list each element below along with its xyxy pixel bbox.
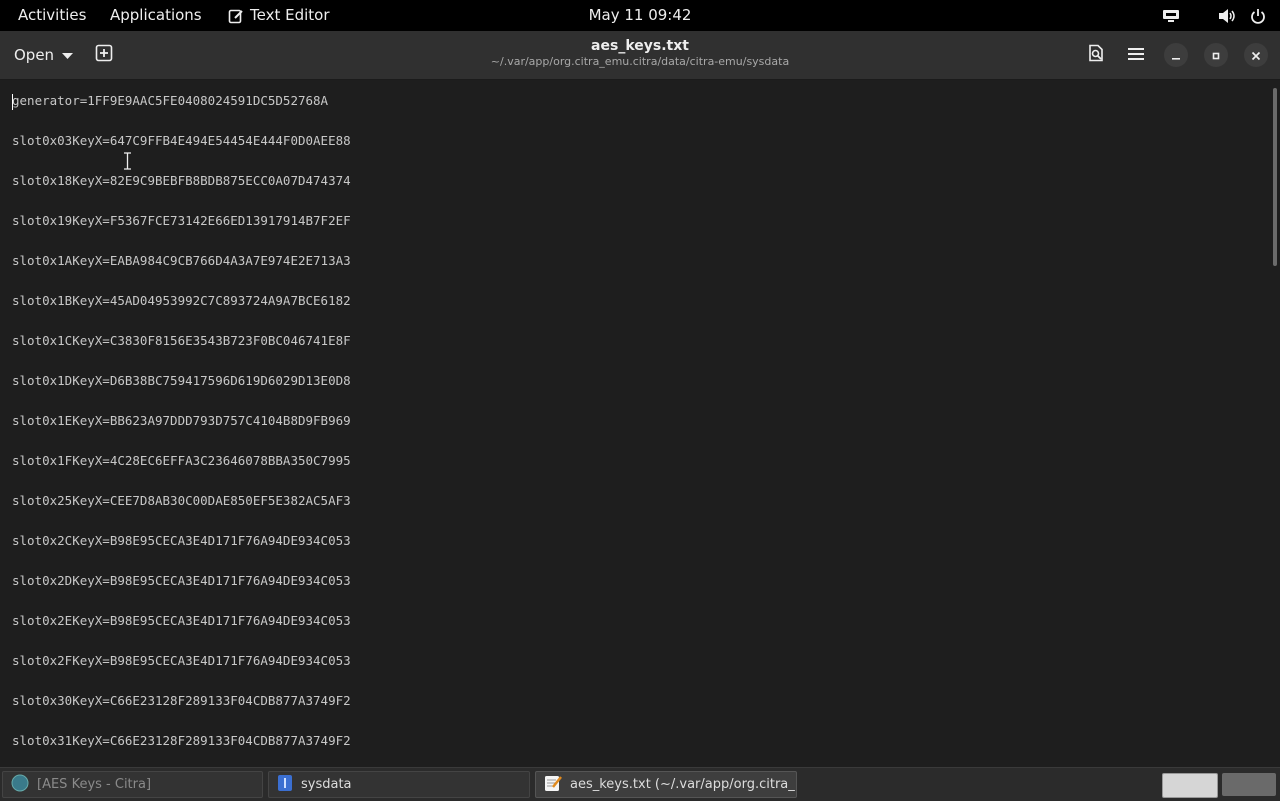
text-line[interactable]: slot0x2EKeyX=B98E95CECA3E4D171F76A94DE93…	[12, 613, 351, 653]
maximize-icon	[1211, 46, 1221, 65]
text-line[interactable]: slot0x1BKeyX=45AD04953992C7C893724A9A7BC…	[12, 293, 351, 333]
text-view[interactable]: generator=1FF9E9AAC5FE0408024591DC5D5276…	[0, 80, 1280, 767]
text-line[interactable]: slot0x1CKeyX=C3830F8156E3543B723F0BC0467…	[12, 333, 351, 373]
minimize-icon	[1171, 46, 1181, 65]
app-menu-label: Text Editor	[250, 6, 330, 24]
text-line[interactable]: slot0x1EKeyX=BB623A97DDD793D757C4104B8D9…	[12, 413, 351, 453]
workspace-1[interactable]	[1162, 773, 1218, 798]
text-editor-icon	[228, 8, 244, 24]
file-manager-icon	[277, 774, 293, 796]
citra-icon	[11, 774, 29, 796]
text-line[interactable]: slot0x25KeyX=CEE7D8AB30C00DAE850EF5E382A…	[12, 493, 351, 533]
text-line[interactable]: slot0x30KeyX=C66E23128F289133F04CDB877A3…	[12, 693, 351, 733]
text-line[interactable]: slot0x03KeyX=647C9FFB4E494E54454E444F0D0…	[12, 133, 351, 173]
text-line[interactable]: slot0x19KeyX=F5367FCE73142E66ED13917914B…	[12, 213, 351, 253]
text-caret	[12, 94, 13, 110]
header-bar: Open aes_keys.txt ~/.var/app/org.citra_e…	[0, 31, 1280, 80]
taskbar-item-label: [AES Keys - Citra]	[37, 777, 152, 792]
taskbar-item-sysdata[interactable]: sysdata	[268, 771, 530, 798]
applications-menu[interactable]: Applications	[110, 0, 202, 31]
clock[interactable]: May 11 09:42	[540, 0, 740, 31]
maximize-button[interactable]	[1204, 43, 1228, 67]
text-lines: generator=1FF9E9AAC5FE0408024591DC5D5276…	[12, 93, 351, 767]
text-editor-icon	[544, 774, 562, 796]
app-menu-text-editor[interactable]: Text Editor	[228, 0, 330, 31]
top-bar: Activities Applications Text Editor May …	[0, 0, 1280, 31]
text-line[interactable]: slot0x1DKeyX=D6B38BC759417596D619D6029D1…	[12, 373, 351, 413]
hamburger-menu-icon	[1128, 46, 1144, 65]
vertical-scrollbar[interactable]	[1273, 88, 1277, 266]
close-icon	[1251, 46, 1261, 65]
text-line[interactable]: generator=1FF9E9AAC5FE0408024591DC5D5276…	[12, 93, 351, 133]
close-button[interactable]	[1244, 43, 1268, 67]
network-icon	[1162, 9, 1180, 23]
text-line[interactable]: slot0x2DKeyX=B98E95CECA3E4D171F76A94DE93…	[12, 573, 351, 613]
activities-button[interactable]: Activities	[18, 0, 86, 31]
taskbar: [AES Keys - Citra] sysdata aes_keys.txt …	[0, 767, 1280, 801]
system-tray[interactable]	[1162, 0, 1266, 31]
ibeam-cursor-icon	[123, 152, 132, 174]
text-line[interactable]: slot0x2CKeyX=B98E95CECA3E4D171F76A94DE93…	[12, 533, 351, 573]
text-line[interactable]: slot0x31KeyX=C66E23128F289133F04CDB877A3…	[12, 733, 351, 767]
workspace-2[interactable]	[1222, 773, 1276, 796]
main-menu-button[interactable]	[1120, 39, 1152, 71]
text-line[interactable]: slot0x1AKeyX=EABA984C9CB766D4A3A7E974E2E…	[12, 253, 351, 293]
text-line[interactable]: slot0x2FKeyX=B98E95CECA3E4D171F76A94DE93…	[12, 653, 351, 693]
taskbar-item-text-editor[interactable]: aes_keys.txt (~/.var/app/org.citra_...	[535, 771, 797, 798]
text-line[interactable]: slot0x1FKeyX=4C28EC6EFFA3C23646078BBA350…	[12, 453, 351, 493]
text-line[interactable]: slot0x18KeyX=82E9C9BEBFB8BDB875ECC0A07D4…	[12, 173, 351, 213]
taskbar-item-label: sysdata	[301, 777, 352, 792]
taskbar-item-label: aes_keys.txt (~/.var/app/org.citra_...	[570, 777, 797, 792]
power-icon	[1250, 8, 1266, 24]
minimize-button[interactable]	[1164, 43, 1188, 67]
volume-icon	[1218, 8, 1236, 24]
taskbar-item-citra[interactable]: [AES Keys - Citra]	[2, 771, 263, 798]
search-button[interactable]	[1080, 39, 1112, 71]
search-document-icon	[1087, 44, 1105, 66]
